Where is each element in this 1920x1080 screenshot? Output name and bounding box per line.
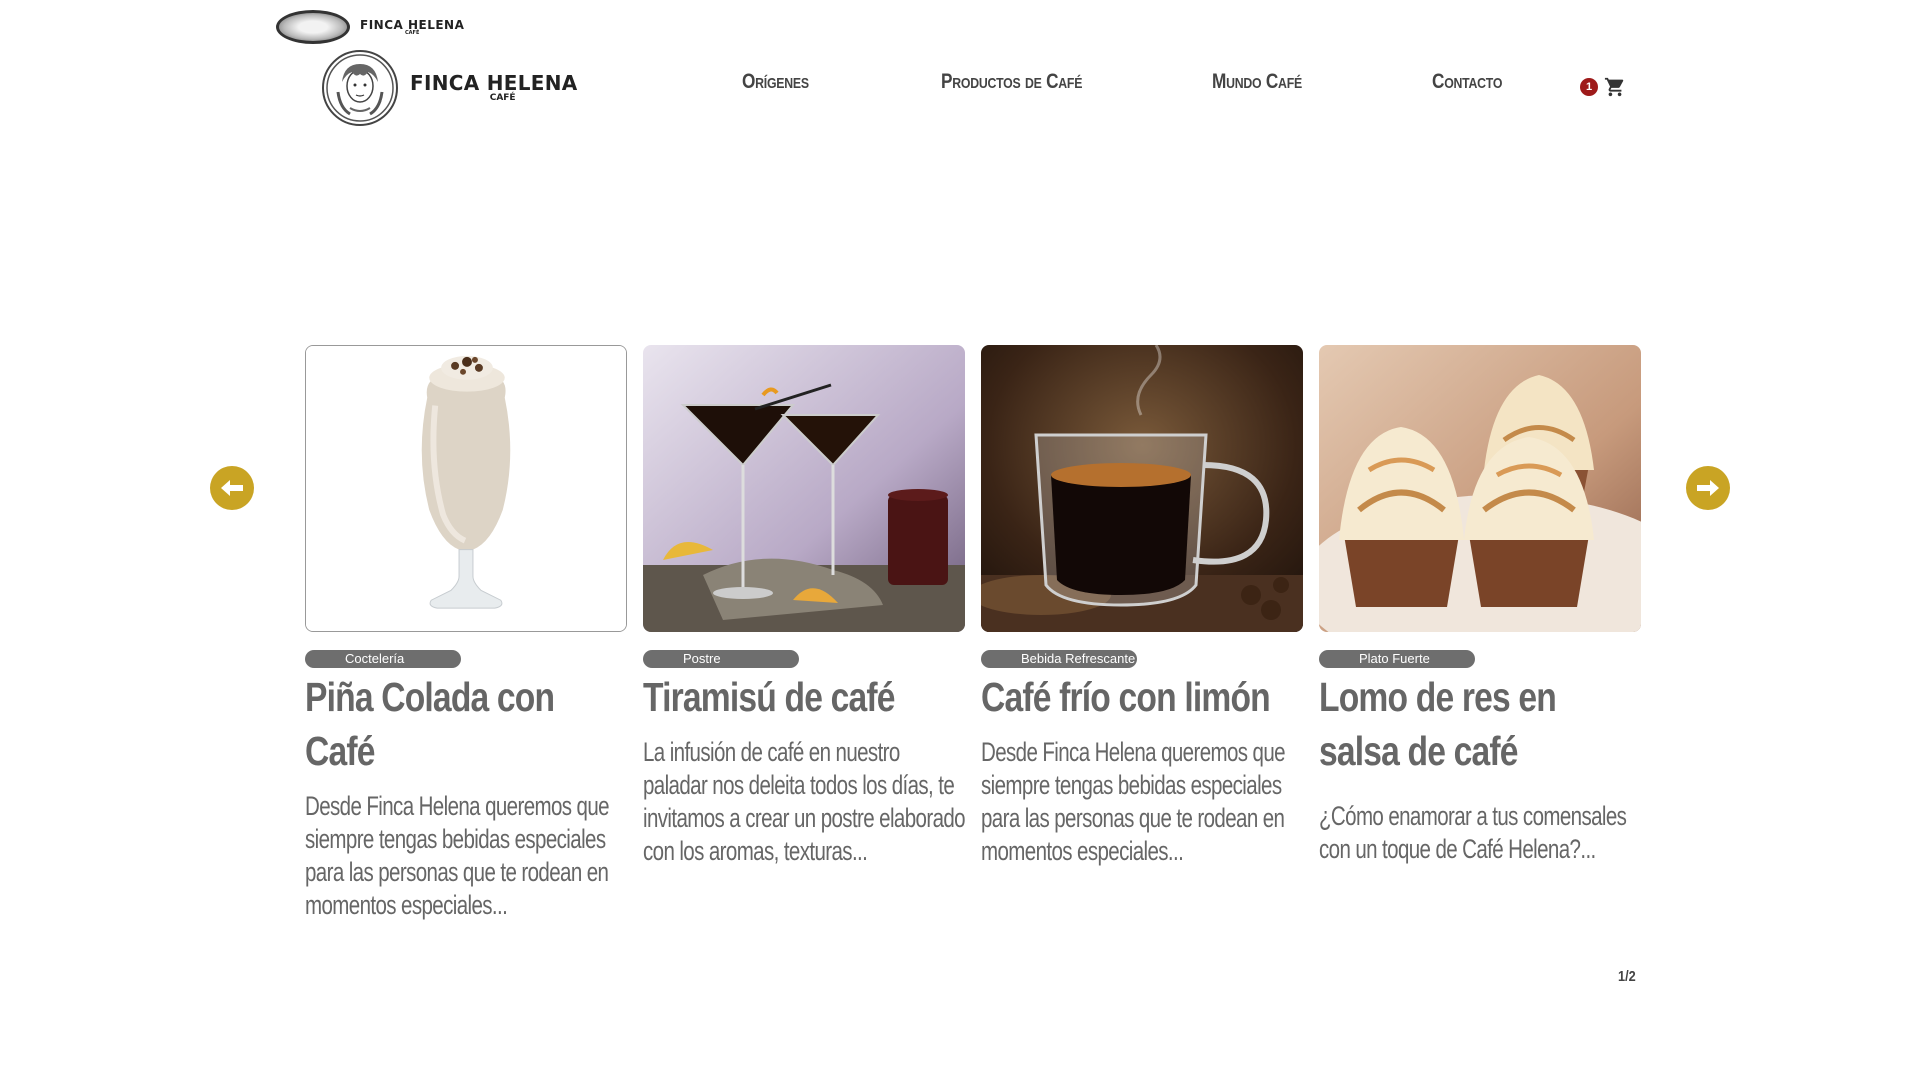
mini-logo[interactable]: FINCA HELENA CAFÉ bbox=[276, 8, 464, 46]
recipe-title[interactable]: Piña Colada con Café bbox=[305, 670, 629, 778]
recipe-card[interactable]: Bebida Refrescante Café frío con limón D… bbox=[981, 345, 1303, 868]
nav-item-productos[interactable]: Productos de Café bbox=[941, 70, 1082, 94]
woman-portrait-emblem-icon bbox=[322, 50, 398, 126]
recipe-card[interactable]: Postre Tiramisú de café La infusión de c… bbox=[643, 345, 967, 868]
recipe-description: ¿Cómo enamorar a tus comensales con un t… bbox=[1319, 801, 1627, 864]
mini-logo-name: FINCA HELENA bbox=[360, 17, 465, 32]
recipe-card[interactable]: Plato Fuerte Lomo de res en salsa de caf… bbox=[1319, 345, 1641, 866]
recipe-card[interactable]: Coctelería Piña Colada con Café Desde Fi… bbox=[305, 345, 627, 922]
category-badge: Coctelería bbox=[305, 650, 461, 668]
recipe-description: La infusión de café en nuestro paladar n… bbox=[643, 737, 966, 866]
site-header: FINCA HELENA CAFÉ Orígenes Productos de … bbox=[0, 48, 1920, 130]
cart-button[interactable]: 1 bbox=[1580, 76, 1626, 98]
carousel-next-button[interactable] bbox=[1686, 466, 1730, 510]
carousel-prev-button[interactable] bbox=[210, 466, 254, 510]
mini-logo-emblem-icon bbox=[276, 10, 350, 44]
recipe-description: Desde Finca Helena queremos que siempre … bbox=[981, 737, 1286, 866]
recipe-image-cafe-frio[interactable] bbox=[981, 345, 1303, 632]
recipe-image-pina-colada[interactable] bbox=[305, 345, 627, 632]
nav-item-origenes[interactable]: Orígenes bbox=[742, 70, 809, 94]
mini-logo-sub: CAFÉ bbox=[405, 29, 420, 36]
recipe-image-lomo-de-res[interactable] bbox=[1319, 345, 1641, 632]
pagination-indicator: 1/2 bbox=[1618, 968, 1636, 985]
category-badge: Bebida Refrescante bbox=[981, 650, 1137, 668]
shopping-cart-icon bbox=[1604, 77, 1624, 97]
nav-item-mundo-cafe[interactable]: Mundo Café bbox=[1212, 70, 1302, 94]
brand-logo[interactable]: FINCA HELENA CAFÉ bbox=[322, 50, 578, 126]
brand-sub: CAFÉ bbox=[489, 93, 516, 103]
category-badge: Postre bbox=[643, 650, 799, 668]
nav-item-contacto[interactable]: Contacto bbox=[1432, 70, 1502, 94]
category-badge: Plato Fuerte bbox=[1319, 650, 1475, 668]
arrow-right-icon bbox=[1697, 480, 1719, 496]
recipe-title[interactable]: Café frío con limón bbox=[981, 670, 1305, 724]
recipe-title[interactable]: Tiramisú de café bbox=[643, 670, 967, 724]
recipe-description: Desde Finca Helena queremos que siempre … bbox=[305, 791, 610, 920]
recipe-image-tiramisu[interactable] bbox=[643, 345, 965, 632]
recipe-title[interactable]: Lomo de res en salsa de café bbox=[1319, 670, 1643, 778]
cart-count-badge: 1 bbox=[1580, 78, 1598, 96]
arrow-left-icon bbox=[221, 480, 243, 496]
brand-name: FINCA HELENA bbox=[410, 71, 578, 95]
page: FINCA HELENA CAFÉ FINCA HELENA CAFÉ Oríg… bbox=[0, 0, 1920, 1080]
